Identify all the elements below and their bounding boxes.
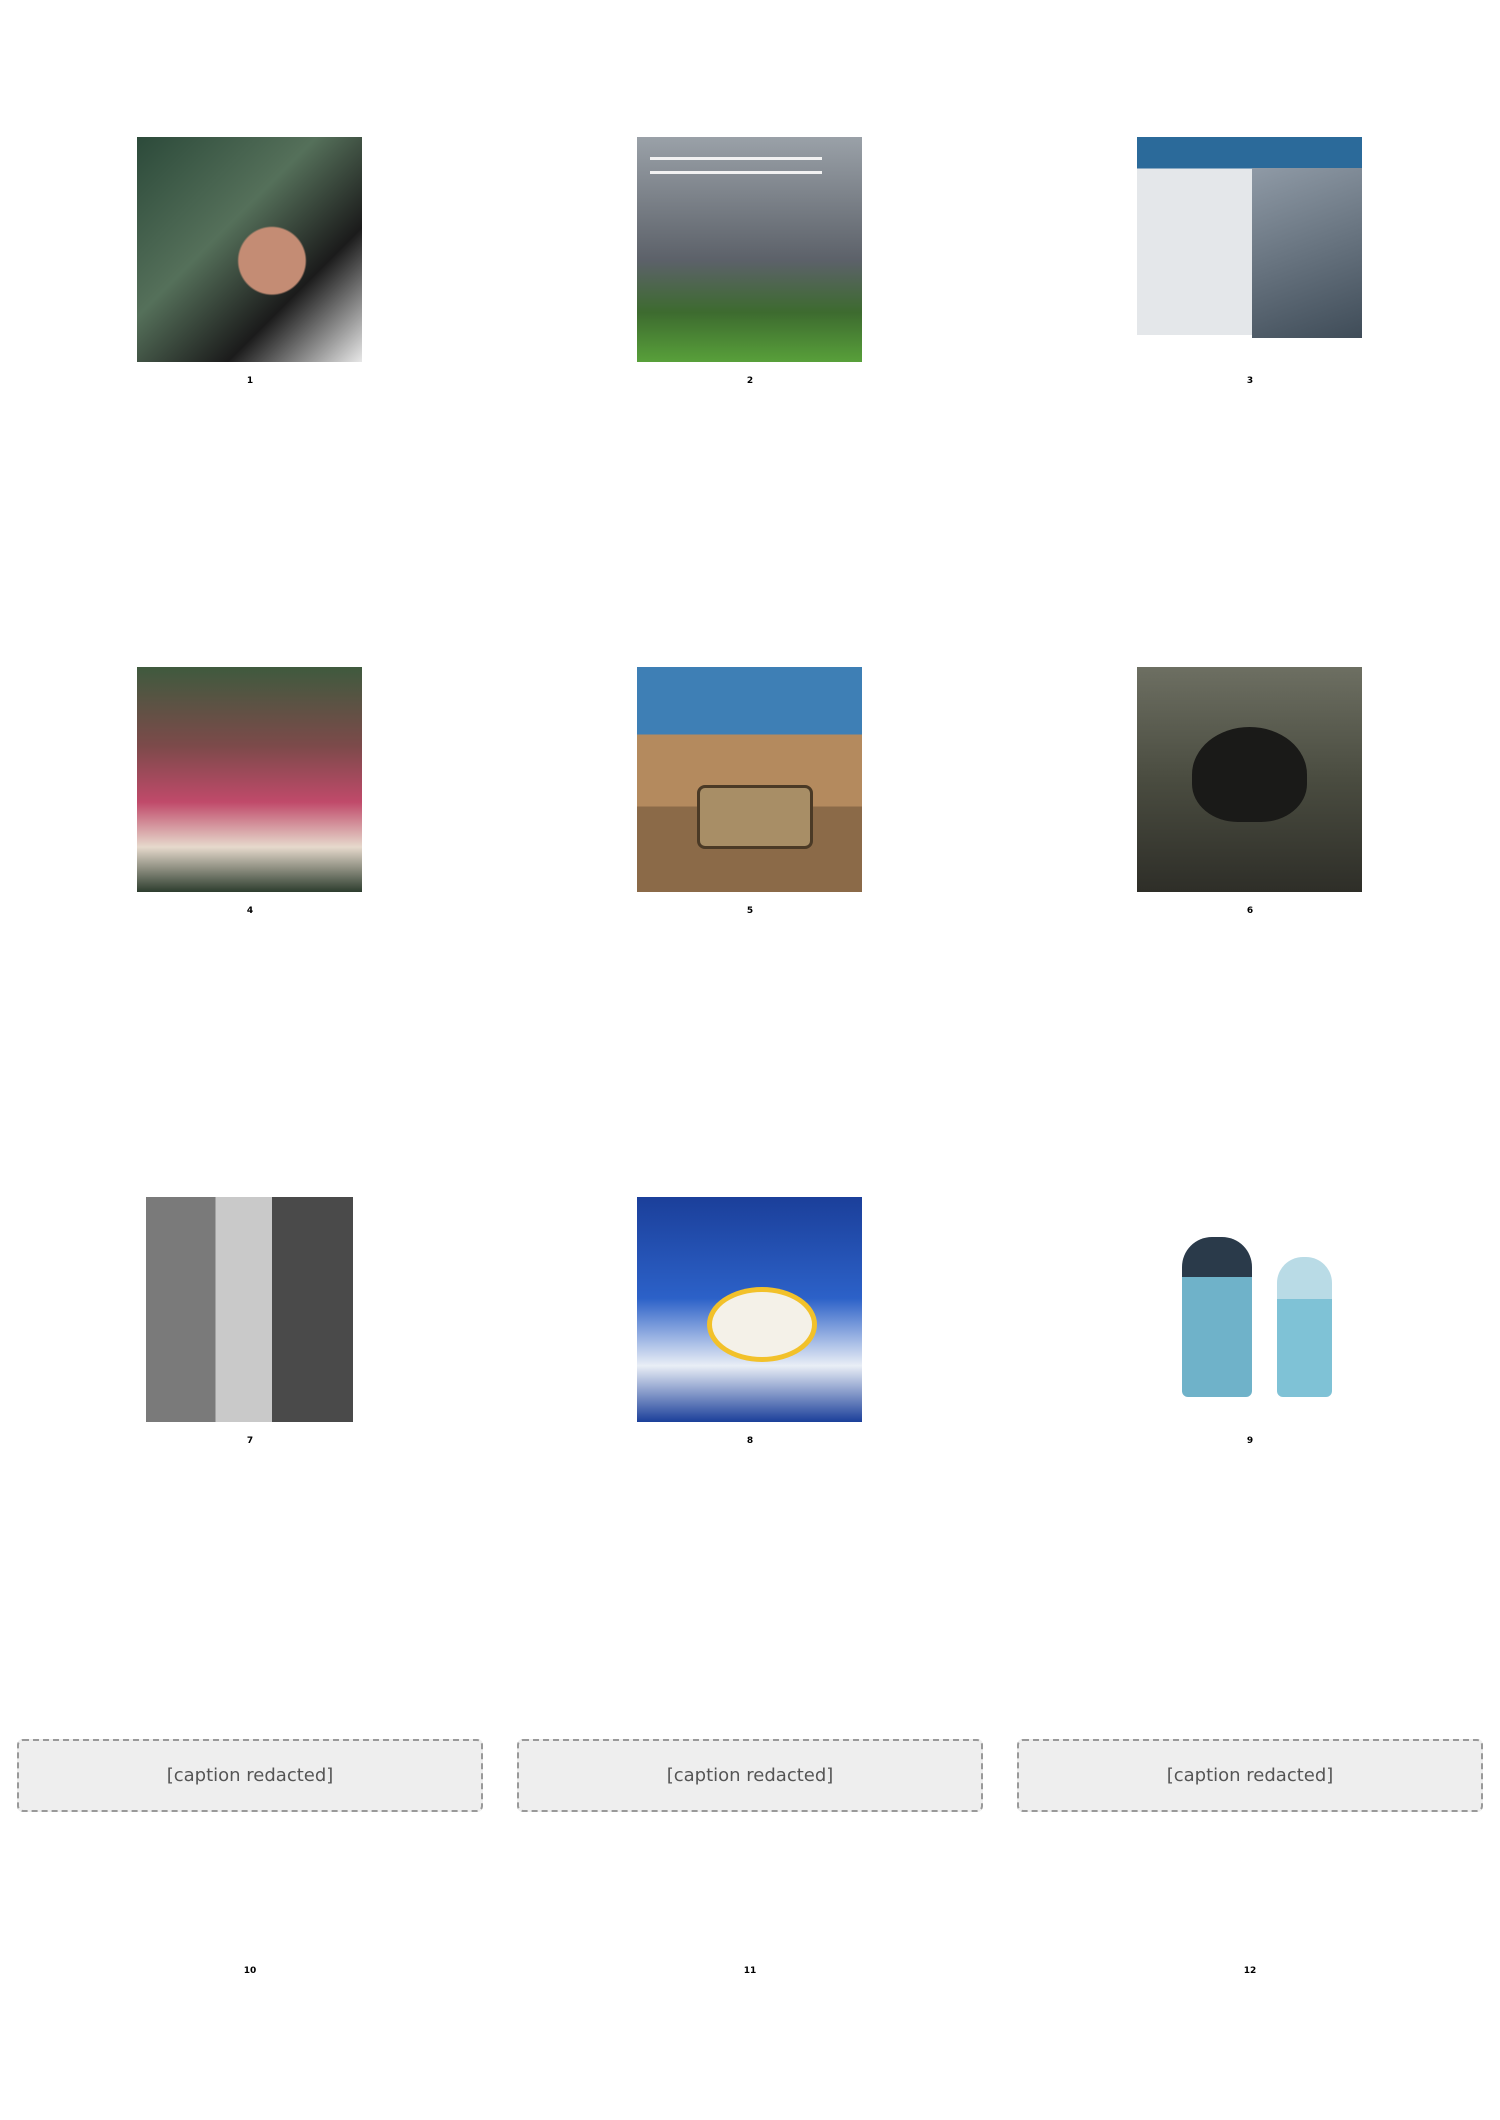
grid-cell-6: 6 bbox=[1000, 530, 1500, 1060]
cell-number: 3 bbox=[1246, 376, 1254, 386]
redaction-note: [caption redacted] bbox=[17, 1738, 483, 1812]
cell-number: 4 bbox=[246, 906, 254, 916]
photo-thumbnail bbox=[137, 667, 362, 892]
grid-cell-12: [caption redacted] 12 bbox=[1000, 1590, 1500, 2120]
redacted-block: [caption redacted] bbox=[500, 1590, 1000, 1960]
grid-cell-2: 2 bbox=[500, 0, 1000, 530]
ad-thumbnail bbox=[1137, 137, 1362, 362]
cell-number: 6 bbox=[1246, 906, 1254, 916]
meme-thumbnail bbox=[1137, 667, 1362, 892]
ad-thumbnail bbox=[637, 1197, 862, 1422]
poster-thumbnail bbox=[637, 137, 862, 362]
cell-number: 9 bbox=[1246, 1436, 1254, 1446]
grid-cell-4: 4 bbox=[0, 530, 500, 1060]
grid-cell-1: 1 bbox=[0, 0, 500, 530]
cell-number: 10 bbox=[243, 1966, 257, 1976]
cell-number: 2 bbox=[746, 376, 754, 386]
photo-thumbnail bbox=[637, 667, 862, 892]
grid-cell-8: 8 bbox=[500, 1060, 1000, 1590]
cell-number: 5 bbox=[746, 906, 754, 916]
cell-number: 12 bbox=[1243, 1966, 1257, 1976]
redacted-block: [caption redacted] bbox=[0, 1590, 500, 1960]
redacted-block: [caption redacted] bbox=[1000, 1590, 1500, 1960]
grid-cell-3: 3 bbox=[1000, 0, 1500, 530]
grid-cell-11: [caption redacted] 11 bbox=[500, 1590, 1000, 2120]
grid-cell-7: 7 bbox=[0, 1060, 500, 1590]
cell-number: 8 bbox=[746, 1436, 754, 1446]
cell-number: 1 bbox=[246, 376, 254, 386]
photo-thumbnail bbox=[137, 137, 362, 362]
redaction-note: [caption redacted] bbox=[517, 1738, 983, 1812]
grid-cell-9: 9 bbox=[1000, 1060, 1500, 1590]
comic-thumbnail bbox=[1137, 1197, 1362, 1422]
grid-cell-5: 5 bbox=[500, 530, 1000, 1060]
cell-number: 7 bbox=[246, 1436, 254, 1446]
grid-cell-10: [caption redacted] 10 bbox=[0, 1590, 500, 2120]
redaction-note: [caption redacted] bbox=[1017, 1738, 1483, 1812]
photo-thumbnail bbox=[137, 1197, 362, 1422]
cell-number: 11 bbox=[743, 1966, 757, 1976]
